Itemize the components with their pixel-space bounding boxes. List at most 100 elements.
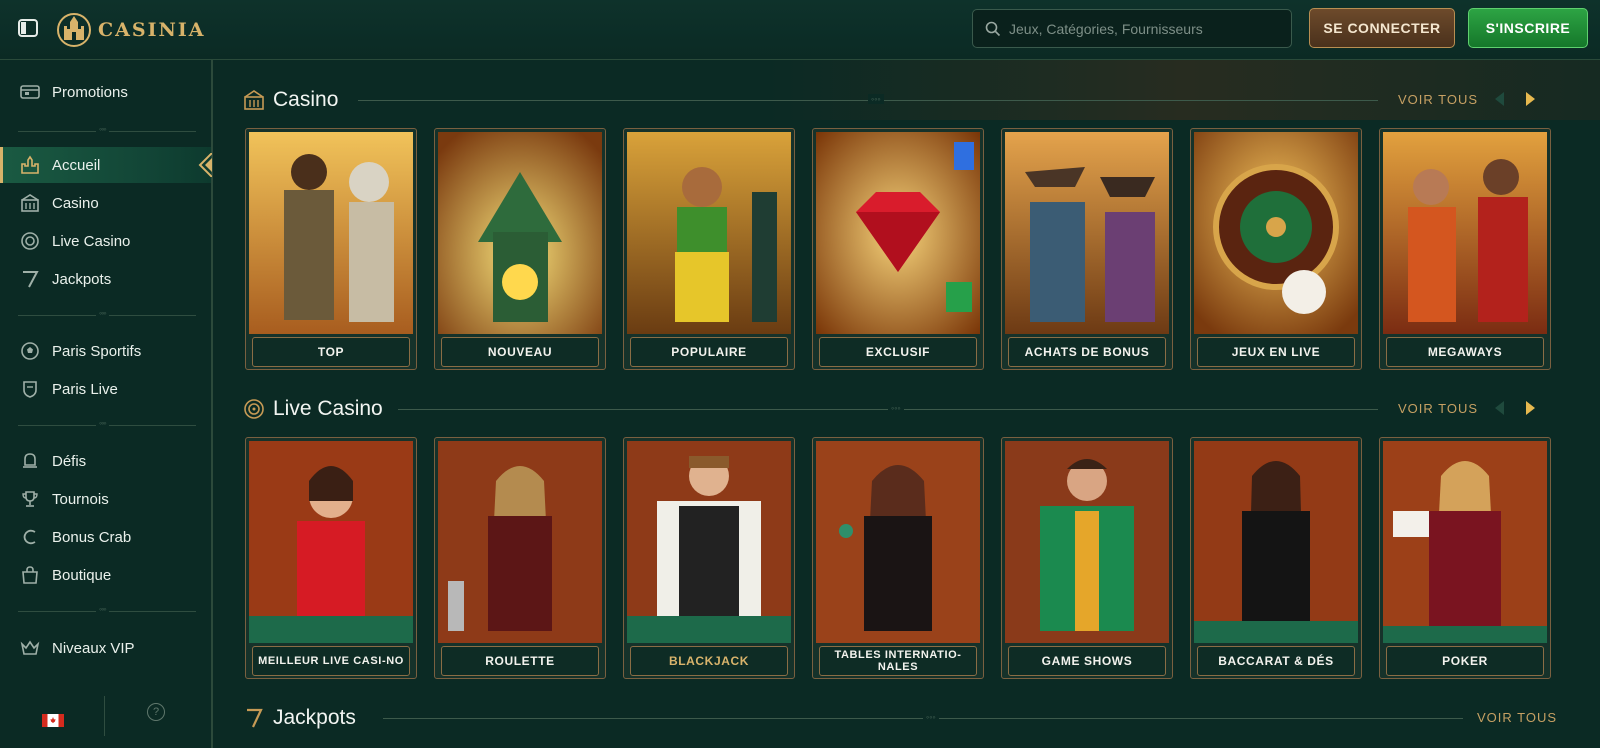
casino-card-new[interactable]: NOUVEAU	[434, 128, 606, 370]
home-castle-icon	[20, 155, 40, 175]
live-casino-prev-arrow-icon[interactable]	[1489, 397, 1511, 419]
casino-card-top[interactable]: TOP	[245, 128, 417, 370]
sidebar-item-label: Promotions	[52, 83, 128, 101]
casino-card-popular[interactable]: POPULAIRE	[623, 128, 795, 370]
casino-card-megaways[interactable]: MEGAWAYS	[1379, 128, 1551, 370]
live-casino-section-header: Live Casino	[243, 394, 383, 424]
section-divider: ◦◦◦	[398, 403, 1378, 413]
exclusive-game-art	[816, 132, 980, 334]
sidebar-item-sports-betting[interactable]: Paris Sportifs	[0, 333, 211, 369]
new-game-art	[438, 132, 602, 334]
casino-prev-arrow-icon[interactable]	[1489, 88, 1511, 110]
casino-section-header: Casino	[243, 85, 338, 115]
sidebar-item-label: Live Casino	[52, 232, 131, 250]
card-label: BLACKJACK	[630, 646, 788, 676]
sidebar-item-shop[interactable]: Boutique	[0, 557, 211, 593]
casino-next-arrow-icon[interactable]	[1519, 88, 1541, 110]
live-casino-see-all-link[interactable]: VOIR TOUS	[1398, 401, 1478, 416]
live-card-best-live-casino[interactable]: MEILLEUR LIVE CASI-NO	[245, 437, 417, 679]
game-shows-art	[1005, 441, 1169, 643]
megaways-game-art	[1383, 132, 1547, 334]
live-casino-section-icon	[244, 399, 264, 419]
sidebar-divider	[18, 604, 196, 614]
claw-icon	[20, 527, 40, 547]
casino-card-exclusive[interactable]: EXCLUSIF	[812, 128, 984, 370]
live-card-poker[interactable]: POKER	[1379, 437, 1551, 679]
live-card-blackjack[interactable]: BLACKJACK	[623, 437, 795, 679]
card-label: ROULETTE	[441, 646, 599, 676]
sidebar-item-label: Boutique	[52, 566, 112, 584]
sidebar-item-label: Paris Sportifs	[52, 342, 142, 360]
section-divider: ◦◦◦	[383, 712, 1463, 722]
login-button[interactable]: SE CONNECTER	[1309, 8, 1455, 48]
sidebar-item-vip-levels[interactable]: Niveaux VIP	[0, 630, 211, 666]
roulette-art	[438, 441, 602, 643]
seven-icon	[20, 269, 40, 289]
jackpots-see-all-link[interactable]: VOIR TOUS	[1477, 710, 1557, 725]
sidebar-item-label: Bonus Crab	[52, 528, 132, 546]
live-card-roulette[interactable]: ROULETTE	[434, 437, 606, 679]
sidebar-divider	[18, 308, 196, 318]
casino-card-bonus-buys[interactable]: ACHATS DE BONUS	[1001, 128, 1173, 370]
card-label: MEILLEUR LIVE CASI-NO	[252, 646, 410, 676]
sidebar-item-home[interactable]: Accueil	[0, 147, 212, 183]
challenges-icon	[20, 451, 40, 471]
casino-icon	[20, 193, 40, 213]
popular-game-art	[627, 132, 791, 334]
baccarat-dice-art	[1194, 441, 1358, 643]
card-label: EXCLUSIF	[819, 337, 977, 367]
sidebar-item-jackpots[interactable]: Jackpots	[0, 261, 211, 297]
sidebar-divider	[18, 418, 196, 428]
live-card-game-shows[interactable]: GAME SHOWS	[1001, 437, 1173, 679]
bonus-buys-game-art	[1005, 132, 1169, 334]
poker-art	[1383, 441, 1547, 643]
footer-separator	[104, 696, 105, 736]
sidebar-divider	[18, 124, 196, 134]
live-games-game-art	[1194, 132, 1358, 334]
international-tables-art	[816, 441, 980, 643]
casinia-logo[interactable]: CASINIA	[56, 8, 205, 52]
trophy-icon	[20, 489, 40, 509]
card-label: BACCARAT & DÉS	[1197, 646, 1355, 676]
sidebar-item-live-casino[interactable]: Live Casino	[0, 223, 211, 259]
card-label: POKER	[1386, 646, 1544, 676]
signup-button[interactable]: S'INSCRIRE	[1468, 8, 1588, 48]
card-label: GAME SHOWS	[1008, 646, 1166, 676]
canada-flag-icon[interactable]	[42, 714, 64, 727]
search-icon	[985, 21, 1001, 36]
casino-section-title: Casino	[273, 88, 339, 111]
top-header: CASINIA SE CONNECTER S'INSCRIRE	[0, 0, 1600, 60]
sidebar-item-live-betting[interactable]: Paris Live	[0, 371, 211, 407]
active-indicator-icon	[198, 153, 212, 177]
sidebar-item-casino[interactable]: Casino	[0, 185, 211, 221]
live-casino-next-arrow-icon[interactable]	[1519, 397, 1541, 419]
best-live-casino-art	[249, 441, 413, 643]
sidebar-item-bonus-crab[interactable]: Bonus Crab	[0, 519, 211, 555]
card-label: MEGAWAYS	[1386, 337, 1544, 367]
search-bar[interactable]	[972, 9, 1292, 48]
card-label: TOP	[252, 337, 410, 367]
search-input[interactable]	[1009, 20, 1279, 37]
soccer-ball-icon	[20, 341, 40, 361]
live-card-baccarat-dice[interactable]: BACCARAT & DÉS	[1190, 437, 1362, 679]
shield-icon	[20, 379, 40, 399]
sidebar-toggle-icon[interactable]	[16, 16, 40, 40]
casino-see-all-link[interactable]: VOIR TOUS	[1398, 92, 1478, 107]
card-label: NOUVEAU	[441, 337, 599, 367]
live-casino-icon	[20, 231, 40, 251]
crown-icon	[20, 638, 40, 658]
live-casino-section-title: Live Casino	[273, 397, 383, 420]
sidebar-item-label: Jackpots	[52, 270, 112, 288]
sidebar-item-label: Casino	[52, 194, 99, 212]
sidebar-item-label: Défis	[52, 452, 87, 470]
sidebar-item-tournaments[interactable]: Tournois	[0, 481, 211, 517]
card-label: JEUX EN LIVE	[1197, 337, 1355, 367]
casino-card-live-games[interactable]: JEUX EN LIVE	[1190, 128, 1362, 370]
sidebar-item-promotions[interactable]: Promotions	[0, 74, 211, 110]
help-icon[interactable]: ?	[147, 703, 165, 721]
shop-icon	[20, 565, 40, 585]
live-card-international-tables[interactable]: TABLES INTERNATIO-NALES	[812, 437, 984, 679]
sidebar-item-challenges[interactable]: Défis	[0, 443, 211, 479]
section-divider: ◦◦◦	[358, 94, 1378, 104]
main-content: Casino ◦◦◦ VOIR TOUS TOP NOUVEAU POPULAI…	[213, 60, 1600, 748]
